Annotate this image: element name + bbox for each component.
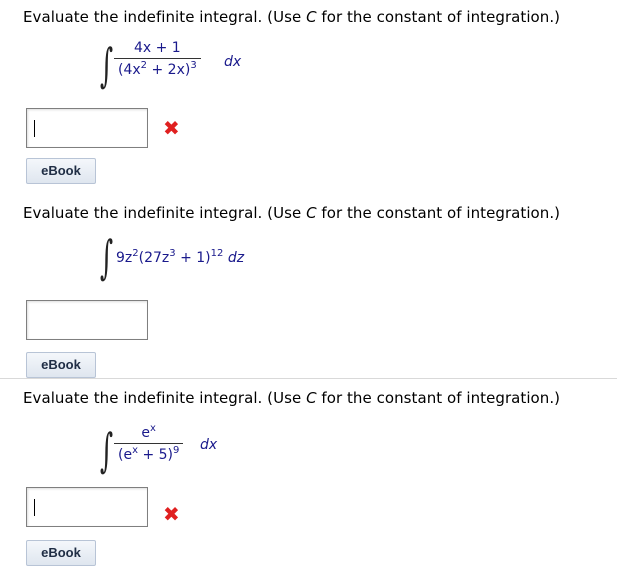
answer-input-2[interactable]	[26, 300, 148, 340]
denominator: (ex + 5)9	[114, 443, 184, 463]
differential: dx	[224, 54, 242, 70]
prompt-text-b: for the constant of integration.)	[316, 8, 561, 26]
question-panel-1: Evaluate the indefinite integral. (Use C…	[0, 0, 617, 190]
prompt-text-b: for the constant of integration.)	[316, 389, 561, 407]
den-exp: 3	[190, 60, 197, 71]
ebook-button[interactable]: eBook	[26, 352, 96, 378]
numerator: 4x + 1	[133, 40, 181, 56]
differential: dx	[200, 437, 218, 453]
fraction: ex (ex + 5)9	[114, 423, 184, 463]
ebook-button[interactable]: eBook	[26, 540, 96, 566]
integral-expression: ∫ 9z2(27z3 + 1)12 dz	[100, 234, 320, 284]
prompt-text-a: Evaluate the indefinite integral. (Use	[23, 8, 307, 26]
numerator: ex	[114, 423, 183, 443]
question-prompt: Evaluate the indefinite integral. (Use C…	[23, 389, 560, 407]
differential: dz	[227, 250, 245, 266]
x-mark-icon: ✖	[163, 116, 180, 140]
integral-sign-icon: ∫	[100, 230, 114, 284]
fraction: 4x + 1 (4x2 + 2x)3	[114, 40, 201, 78]
den-part: (e	[118, 447, 133, 463]
text-caret	[34, 499, 35, 516]
integrand-part: (27z	[138, 250, 170, 266]
denominator: (4x2 + 2x)3	[114, 58, 201, 78]
answer-input-3[interactable]	[26, 487, 148, 527]
den-part: (4x	[118, 62, 141, 78]
integrand-part: 9z	[116, 250, 133, 266]
answer-input-1[interactable]	[26, 108, 148, 148]
integral-sign-icon: ∫	[100, 423, 114, 477]
den-exp: 9	[173, 445, 180, 456]
prompt-text-b: for the constant of integration.)	[316, 204, 561, 222]
num-part: e	[141, 425, 151, 441]
prompt-constant: C	[306, 389, 317, 407]
integrand-part: + 1)	[175, 250, 211, 266]
den-part: + 5)	[138, 447, 173, 463]
num-exp: x	[150, 423, 156, 434]
text-caret	[34, 120, 35, 137]
integral-expression: ∫ ex (ex + 5)9 dx	[100, 423, 250, 477]
question-panel-2: Evaluate the indefinite integral. (Use C…	[0, 190, 617, 380]
prompt-text-a: Evaluate the indefinite integral. (Use	[23, 389, 307, 407]
integrand-exp: 12	[210, 248, 224, 259]
prompt-text-a: Evaluate the indefinite integral. (Use	[23, 204, 307, 222]
question-prompt: Evaluate the indefinite integral. (Use C…	[23, 204, 560, 222]
question-panel-3: Evaluate the indefinite integral. (Use C…	[0, 378, 617, 581]
prompt-constant: C	[306, 204, 317, 222]
integral-sign-icon: ∫	[100, 38, 114, 92]
x-mark-icon: ✖	[163, 502, 180, 526]
den-part: + 2x)	[147, 62, 191, 78]
ebook-button[interactable]: eBook	[26, 158, 96, 184]
question-prompt: Evaluate the indefinite integral. (Use C…	[23, 8, 560, 26]
integrand: 9z2(27z3 + 1)12 dz	[116, 248, 245, 267]
prompt-constant: C	[306, 8, 317, 26]
integral-expression: ∫ 4x + 1 (4x2 + 2x)3 dx	[100, 40, 250, 90]
